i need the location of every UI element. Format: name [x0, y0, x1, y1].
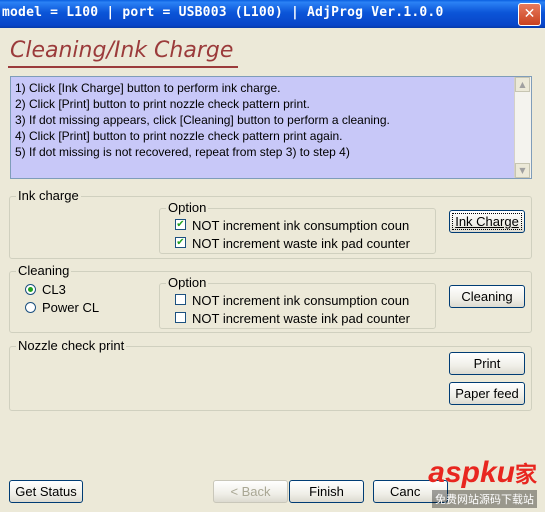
ink-charge-option-2-checkbox[interactable]: ✔	[175, 237, 186, 248]
cleaning-option-legend: Option	[166, 275, 209, 290]
cl3-radio[interactable]	[25, 284, 36, 295]
cleaning-option-2-checkbox[interactable]	[175, 312, 186, 323]
header-underline	[8, 66, 238, 68]
back-button[interactable]: < Back	[213, 480, 288, 503]
instruction-line: 3) If dot missing appears, click [Cleani…	[15, 113, 390, 127]
instruction-line: 5) If dot missing is not recovered, repe…	[15, 145, 350, 159]
nozzle-check-legend: Nozzle check print	[16, 338, 127, 353]
instruction-line: 1) Click [Ink Charge] button to perform …	[15, 81, 281, 95]
cleaning-option-1-checkbox[interactable]	[175, 294, 186, 305]
print-button[interactable]: Print	[449, 352, 525, 375]
ink-charge-option-1-checkbox[interactable]: ✔	[175, 219, 186, 230]
cleaning-button[interactable]: Cleaning	[449, 285, 525, 308]
close-icon: ✕	[523, 6, 536, 22]
cl3-label: CL3	[42, 282, 66, 297]
ink-charge-button[interactable]: Ink Charge	[449, 210, 525, 233]
power-cl-label: Power CL	[42, 300, 100, 315]
title-bar: model = L100 | port = USB003 (L100) | Ad…	[0, 0, 545, 28]
finish-button[interactable]: Finish	[289, 480, 364, 503]
ink-charge-option-legend: Option	[166, 200, 209, 215]
cleaning-legend: Cleaning	[16, 263, 72, 278]
ink-charge-option-2-label: NOT increment waste ink pad counter	[192, 236, 410, 251]
close-button[interactable]: ✕	[518, 3, 541, 26]
instruction-line: 2) Click [Print] button to print nozzle …	[15, 97, 310, 111]
cleaning-option-1-label: NOT increment ink consumption coun	[192, 293, 410, 308]
instruction-line: 4) Click [Print] button to print nozzle …	[15, 129, 343, 143]
power-cl-radio[interactable]	[25, 302, 36, 313]
watermark-logo: aspku家	[428, 456, 537, 490]
scroll-down-icon[interactable]: ▼	[515, 163, 530, 178]
window-title: model = L100 | port = USB003 (L100) | Ad…	[2, 5, 444, 20]
watermark-brand-cn: 家	[514, 462, 537, 487]
watermark-brand: aspku	[428, 456, 515, 489]
ink-charge-option-1-label: NOT increment ink consumption coun	[192, 218, 410, 233]
ink-charge-legend: Ink charge	[16, 188, 81, 203]
instructions-box[interactable]: 1) Click [Ink Charge] button to perform …	[10, 76, 532, 179]
paper-feed-button[interactable]: Paper feed	[449, 382, 525, 405]
scroll-up-icon[interactable]: ▲	[515, 77, 530, 92]
vertical-scrollbar[interactable]: ▲ ▼	[514, 77, 531, 178]
get-status-button[interactable]: Get Status	[9, 480, 83, 503]
watermark-subtitle: 免费网站源码下载站	[432, 490, 537, 508]
cleaning-option-2-label: NOT increment waste ink pad counter	[192, 311, 410, 326]
page-title: Cleaning/Ink Charge	[10, 38, 234, 63]
